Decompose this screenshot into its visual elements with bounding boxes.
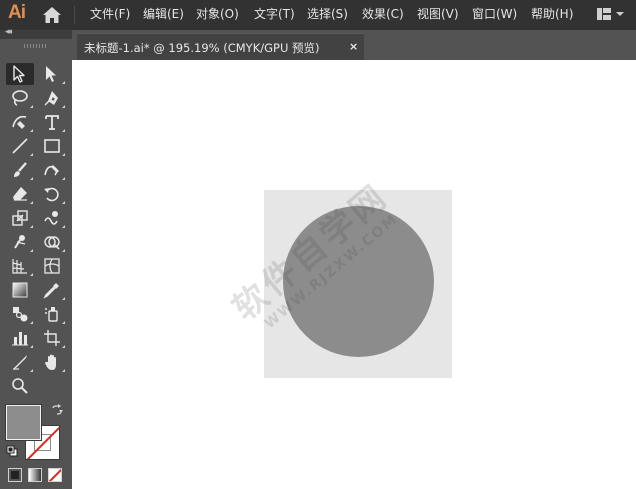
menu-edit[interactable]: 编辑(E) (143, 7, 184, 21)
menu-window[interactable]: 窗口(W) (472, 7, 517, 21)
paintbrush-tool[interactable] (6, 159, 34, 181)
menu-type[interactable]: 文字(T) (254, 7, 295, 21)
column-graph-tool[interactable] (6, 327, 34, 349)
pen-tool[interactable] (38, 87, 66, 109)
shape-builder-tool[interactable] (38, 231, 66, 253)
rotate-tool[interactable] (38, 183, 66, 205)
app-logo: Ai (8, 2, 26, 23)
tools-panel-header: ◂◂ (0, 27, 72, 39)
workspace-switcher-icon[interactable] (597, 8, 611, 20)
type-tool[interactable] (38, 111, 66, 133)
lasso-tool[interactable] (6, 87, 34, 109)
selection-tool[interactable] (6, 63, 34, 85)
collapse-panel-icon[interactable]: ◂◂ (5, 27, 12, 37)
gray-circle-shape[interactable] (283, 206, 434, 357)
scale-tool[interactable] (6, 207, 34, 229)
color-mode-button[interactable] (8, 468, 22, 482)
home-icon[interactable] (42, 6, 62, 24)
menu-file[interactable]: 文件(F) (90, 7, 130, 21)
perspective-grid-tool[interactable] (6, 255, 34, 277)
direct-selection-tool[interactable] (38, 63, 66, 85)
zoom-tool[interactable] (6, 375, 34, 397)
warp-tool[interactable] (38, 207, 66, 229)
none-mode-button[interactable] (48, 468, 62, 482)
shaper-tool[interactable] (38, 159, 66, 181)
hand-tool[interactable] (38, 351, 66, 373)
menu-view[interactable]: 视图(V) (417, 7, 459, 21)
menu-separator (74, 6, 75, 24)
workspace-dropdown-arrow-icon[interactable] (616, 12, 624, 16)
rectangle-tool[interactable] (38, 135, 66, 157)
eyedropper-tool[interactable] (38, 279, 66, 301)
artboard-canvas[interactable]: 软件自学网 WWW.RJZXW.COM (72, 60, 636, 489)
document-tab-bar: 未标题-1.ai* @ 195.19% (CMYK/GPU 预览) × (72, 30, 636, 60)
gradient-tool[interactable] (6, 279, 34, 301)
mesh-tool[interactable] (38, 255, 66, 277)
menu-bar: Ai 文件(F) 编辑(E) 对象(O) 文字(T) 选择(S) 效果(C) 视… (0, 0, 636, 30)
symbol-sprayer-tool[interactable] (38, 303, 66, 325)
menu-select[interactable]: 选择(S) (307, 7, 348, 21)
blend-tool[interactable] (6, 303, 34, 325)
close-tab-icon[interactable]: × (349, 40, 358, 53)
document-tab[interactable]: 未标题-1.ai* @ 195.19% (CMYK/GPU 预览) × (77, 33, 364, 60)
panel-grip[interactable] (24, 44, 46, 48)
slice-tool[interactable] (6, 351, 34, 373)
artboard-tool[interactable] (38, 327, 66, 349)
eraser-tool[interactable] (6, 183, 34, 205)
menu-object[interactable]: 对象(O) (196, 7, 239, 21)
document-tab-title: 未标题-1.ai* @ 195.19% (CMYK/GPU 预览) (84, 41, 320, 55)
line-segment-tool[interactable] (6, 135, 34, 157)
swap-fill-stroke-icon[interactable] (51, 404, 63, 416)
gradient-mode-button[interactable] (28, 468, 42, 482)
default-fill-stroke-icon[interactable] (6, 445, 18, 457)
tools-panel: ◂◂ (0, 27, 72, 489)
puppet-warp-tool[interactable] (6, 231, 34, 253)
curvature-tool[interactable] (6, 111, 34, 133)
fill-swatch[interactable] (6, 405, 41, 440)
menu-effect[interactable]: 效果(C) (362, 7, 404, 21)
menu-help[interactable]: 帮助(H) (531, 7, 573, 21)
